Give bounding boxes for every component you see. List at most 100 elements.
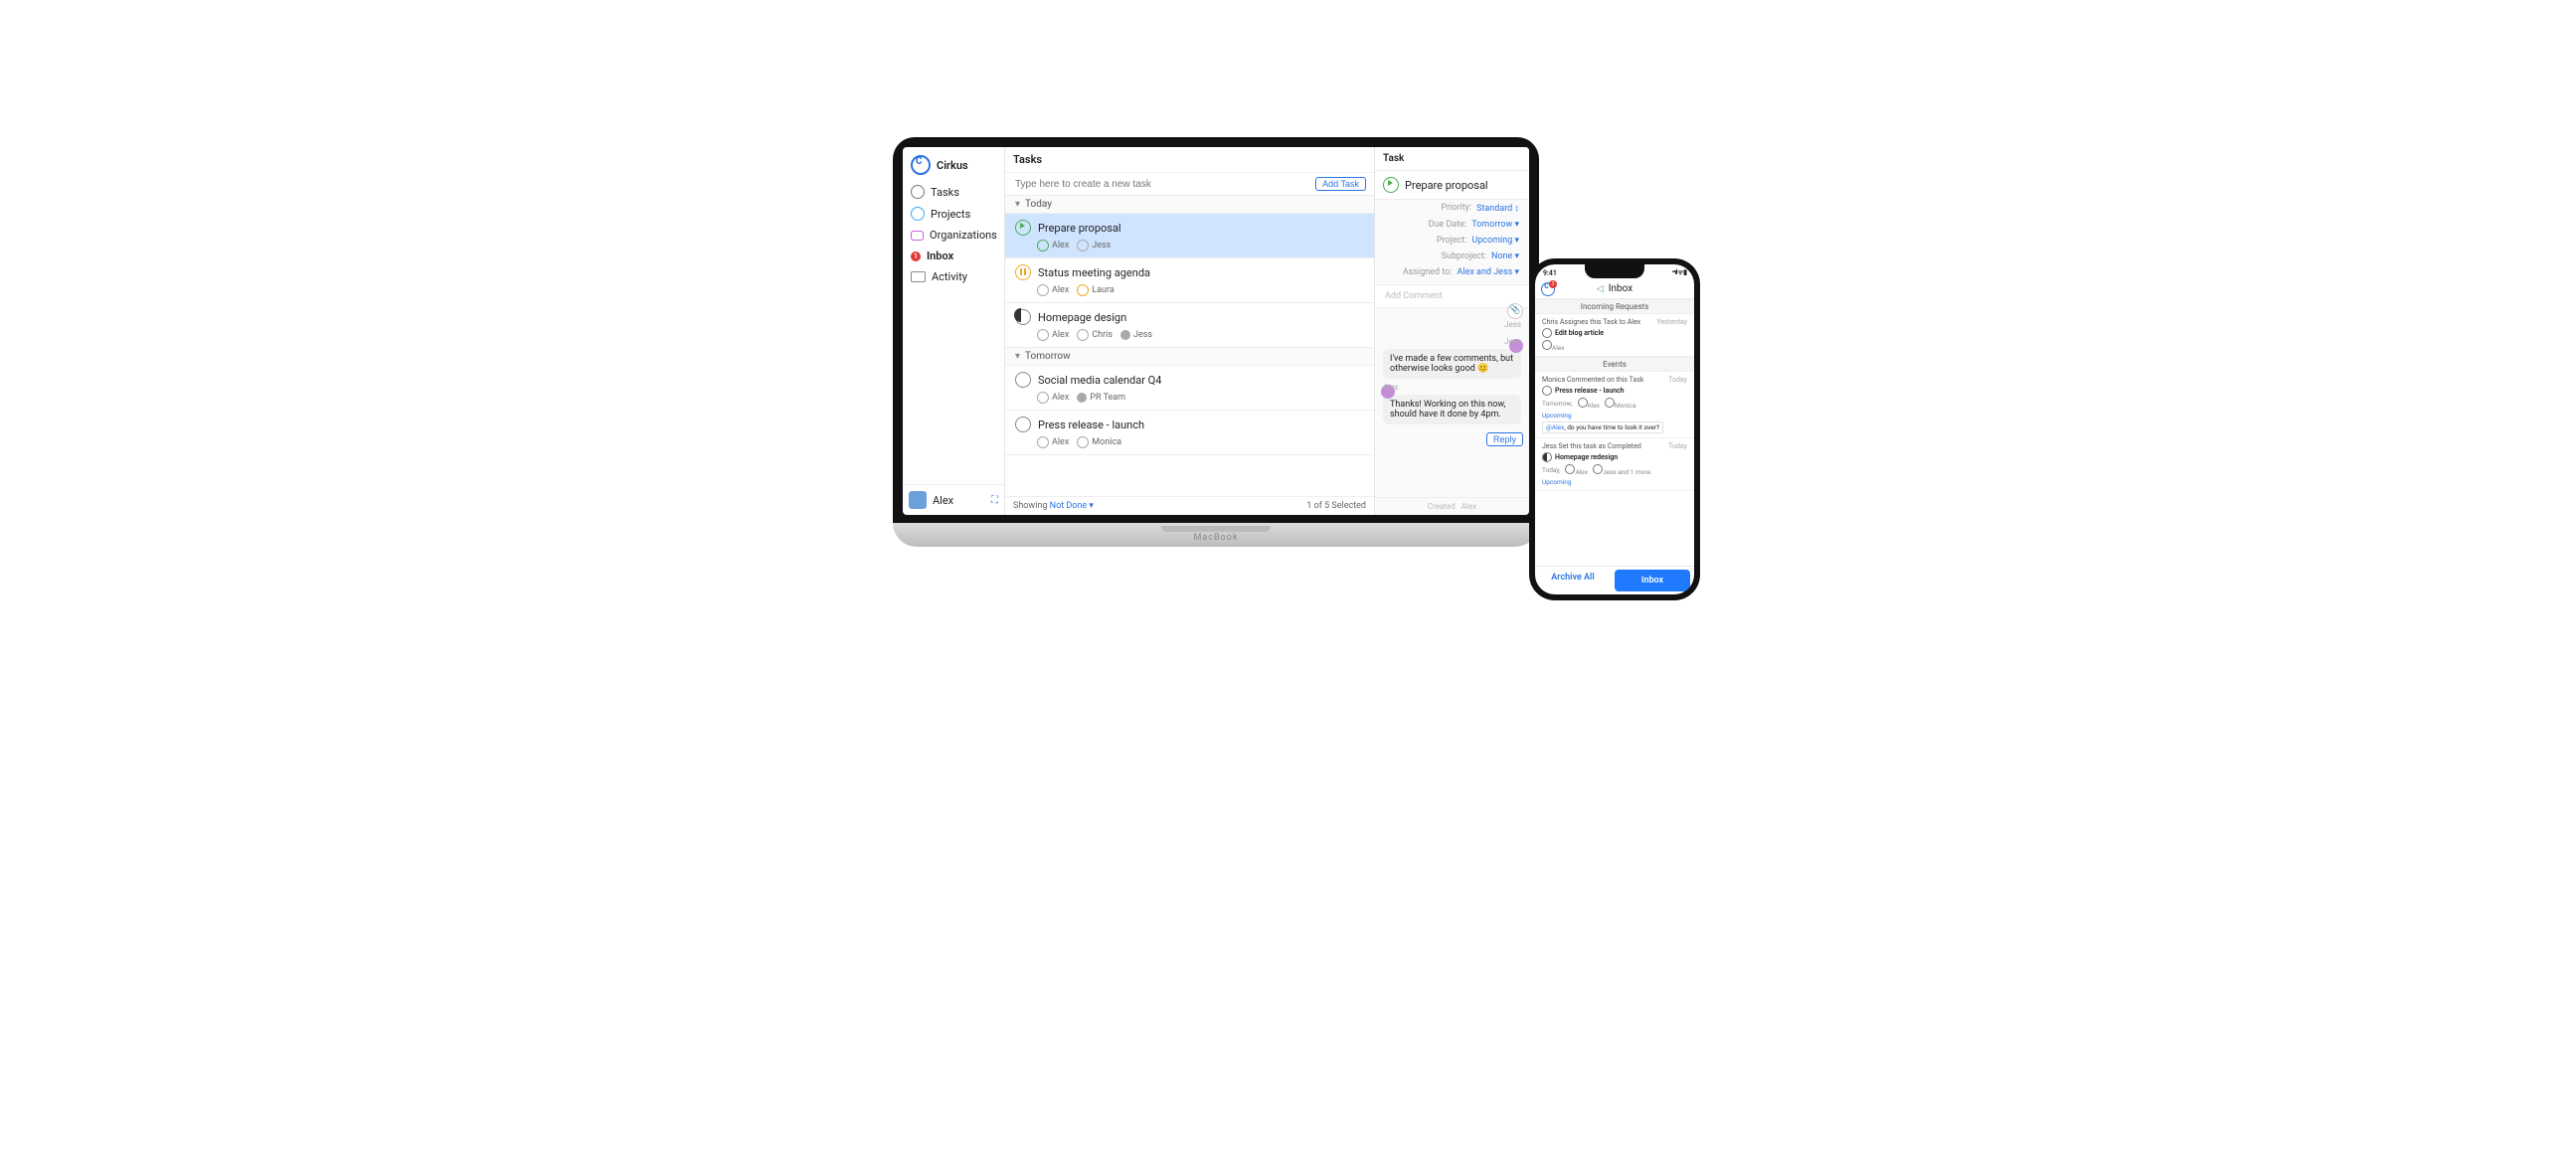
assignee-status-icon xyxy=(1037,329,1049,341)
inbox-item-headline: Chris Assignes this Task to Alex xyxy=(1542,318,1640,326)
task-group-header[interactable]: ▾Tomorrow xyxy=(1005,348,1374,366)
tasks-column: Tasks Add Task ▾TodayPrepare proposalAle… xyxy=(1005,147,1375,515)
phone-app-logo[interactable]: 3 xyxy=(1541,282,1555,296)
attachment-icon[interactable]: 📎 xyxy=(1507,303,1523,319)
task-row[interactable]: Prepare proposalAlexJess xyxy=(1005,214,1374,258)
nav-activity[interactable]: Activity xyxy=(903,266,1004,287)
task-status-icon xyxy=(1542,328,1552,338)
assignee-list: AlexLaura xyxy=(1037,284,1364,296)
tasks-column-header: Tasks xyxy=(1005,147,1374,173)
task-status-icon[interactable] xyxy=(1015,372,1031,388)
expand-icon[interactable]: ⛶ xyxy=(991,495,998,506)
play-status-icon[interactable] xyxy=(1383,177,1399,193)
phone-tab-bar: Archive All Inbox xyxy=(1535,566,1694,594)
inbox-item-task-title: Homepage redesign xyxy=(1555,453,1618,461)
avatar xyxy=(909,491,927,509)
inbox-item[interactable]: Chris Assignes this Task to Alex Yesterda… xyxy=(1535,314,1694,357)
task-status-icon[interactable] xyxy=(1015,417,1031,432)
detail-field[interactable]: Priority:Standard ↕ xyxy=(1375,200,1529,217)
task-status-icon[interactable] xyxy=(1015,264,1031,280)
detail-field[interactable]: Subproject:None ▾ xyxy=(1375,249,1529,264)
inbox-item-meta: Alex xyxy=(1542,340,1687,352)
person-status-icon xyxy=(1542,340,1552,350)
task-row[interactable]: Press release - launchAlexMonica xyxy=(1005,411,1374,455)
inbox-item-task-title: Edit blog article xyxy=(1555,329,1604,337)
task-status-icon[interactable] xyxy=(1015,309,1031,325)
app-screen: Cirkus Tasks Projects Organizations 1Inb… xyxy=(903,147,1529,515)
caret-down-icon: ▾ xyxy=(1015,199,1020,210)
task-row[interactable]: Homepage design AlexChrisJess xyxy=(1005,303,1374,348)
laptop-base: MacBook xyxy=(893,523,1539,547)
assignee-status-icon xyxy=(1037,436,1049,448)
assignee-status-icon xyxy=(1077,436,1089,448)
task-group-header[interactable]: ▾Today xyxy=(1005,196,1374,214)
nav-projects[interactable]: Projects xyxy=(903,203,1004,225)
thread-participant: Jess xyxy=(1375,308,1529,329)
inbox-item-meta: Tomorrow,AlexMonica xyxy=(1542,398,1687,410)
app-brand: Cirkus xyxy=(903,147,1004,181)
inbox-item-when: Yesterday xyxy=(1656,318,1687,326)
inbox-item-when: Today xyxy=(1668,442,1687,450)
signal-wifi-battery-icon: ••ıl ᯤ ▮ xyxy=(1672,268,1686,277)
phone-title: Inbox xyxy=(1609,283,1632,294)
detail-field[interactable]: Due Date:Tomorrow ▾ xyxy=(1375,217,1529,233)
nav-inbox[interactable]: 1Inbox xyxy=(903,246,1004,266)
assignee-list: AlexJess xyxy=(1037,240,1364,251)
person-status-icon xyxy=(1578,398,1588,408)
task-status-icon xyxy=(1542,386,1552,396)
nav-tasks[interactable]: Tasks xyxy=(903,181,1004,203)
detail-title: Prepare proposal xyxy=(1375,171,1529,200)
phone-section-header: Incoming Requests xyxy=(1535,299,1694,314)
assignee-list: AlexPR Team xyxy=(1037,392,1364,404)
task-row[interactable]: Social media calendar Q4 AlexPR Team xyxy=(1005,366,1374,411)
task-title-text: Homepage design xyxy=(1038,311,1126,324)
task-detail-column: Task Prepare proposal Priority:Standard … xyxy=(1375,147,1529,515)
phone-screen: 9:41 ••ıl ᯤ ▮ 3 ◁ Inbox Incoming Request… xyxy=(1535,264,1694,594)
inbox-item[interactable]: Jess Set this task as Completed Today Home… xyxy=(1535,438,1694,491)
reply-button[interactable]: Reply xyxy=(1486,432,1523,446)
task-status-icon[interactable] xyxy=(1015,220,1031,236)
add-task-button[interactable]: Add Task xyxy=(1315,177,1366,191)
comment-bubble: JessI've made a few comments, but otherw… xyxy=(1383,349,1521,379)
showing-filter[interactable]: Showing Not Done ▾ xyxy=(1013,501,1094,511)
org-icon xyxy=(911,231,924,241)
app-name: Cirkus xyxy=(937,159,968,172)
inbox-icon: ◁ xyxy=(1597,284,1604,294)
project-link[interactable]: Upcoming xyxy=(1542,412,1687,419)
circle-icon xyxy=(911,185,925,199)
task-title-text: Status meeting agenda xyxy=(1038,266,1150,279)
inbox-item-when: Today xyxy=(1668,376,1687,384)
new-task-row: Add Task xyxy=(1005,173,1374,196)
assignee-status-icon xyxy=(1037,284,1049,296)
inbox-item-headline: Jess Set this task as Completed xyxy=(1542,442,1641,450)
device-brand: MacBook xyxy=(1194,533,1239,543)
inbox-tab-button[interactable]: Inbox xyxy=(1615,570,1690,591)
detail-field[interactable]: Project:Upcoming ▾ xyxy=(1375,233,1529,249)
project-link[interactable]: Upcoming xyxy=(1542,478,1687,486)
inbox-item-meta: Today,AlexJess and 1 more. xyxy=(1542,464,1687,476)
assignee-status-icon xyxy=(1077,240,1089,251)
task-row[interactable]: Status meeting agenda AlexLaura xyxy=(1005,258,1374,303)
selection-count: 1 of 5 Selected xyxy=(1306,501,1366,511)
new-task-input[interactable] xyxy=(1013,178,1315,191)
circle-icon xyxy=(911,207,925,221)
person-status-icon xyxy=(1593,464,1603,474)
add-comment-input[interactable]: Add Comment 📎 xyxy=(1375,284,1529,308)
detail-field[interactable]: Assigned to:Alex and Jess ▾ xyxy=(1375,264,1529,280)
task-title-text: Social media calendar Q4 xyxy=(1038,374,1161,387)
caret-down-icon: ▾ xyxy=(1015,351,1020,362)
macbook-mockup: Cirkus Tasks Projects Organizations 1Inb… xyxy=(893,137,1539,547)
archive-all-button[interactable]: Archive All xyxy=(1535,567,1611,594)
assignee-list: AlexMonica xyxy=(1037,436,1364,448)
laptop-bezel: Cirkus Tasks Projects Organizations 1Inb… xyxy=(893,137,1539,523)
phone-section-header: Events xyxy=(1535,357,1694,372)
nav-organizations[interactable]: Organizations xyxy=(903,225,1004,246)
assignee-list: AlexChrisJess xyxy=(1037,329,1364,341)
created-info: Created Alex xyxy=(1375,497,1529,515)
detail-header: Task xyxy=(1375,147,1529,171)
sidebar-user[interactable]: Alex ⛶ xyxy=(903,484,1004,515)
notification-badge: 3 xyxy=(1549,280,1557,288)
inbox-item[interactable]: Monica Commented on this TaskTodayPress … xyxy=(1535,372,1694,438)
phone-notch xyxy=(1585,264,1644,278)
app-logo-icon xyxy=(911,155,931,175)
